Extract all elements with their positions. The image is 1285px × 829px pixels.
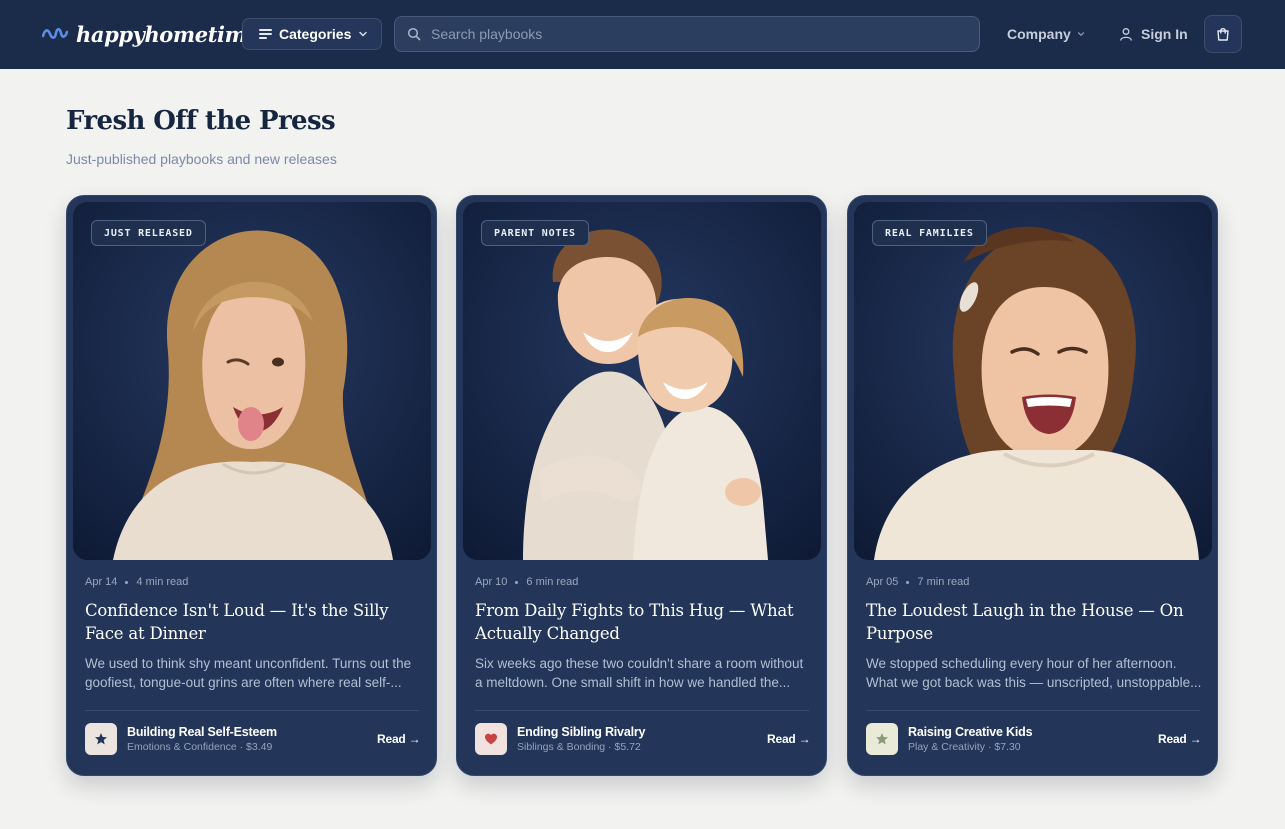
article-excerpt: Six weeks ago these two couldn't share a… [475, 656, 804, 690]
product-meta: Siblings & Bonding · $5.72 [517, 741, 641, 753]
product-meta: Play & Creativity · $7.30 [908, 741, 1021, 753]
article-meta: Apr 10 6 min read [475, 576, 578, 588]
sign-in-link[interactable]: Sign In [1119, 24, 1188, 44]
article-date: Apr 10 [475, 576, 508, 588]
article-card[interactable]: REAL FAMILIES Apr 05 7 min read The Loud… [847, 195, 1218, 776]
card-divider [475, 710, 809, 711]
categories-button[interactable]: Categories [242, 18, 382, 50]
read-link[interactable]: Read → [767, 732, 811, 746]
heart-icon [485, 733, 497, 745]
star-icon [95, 733, 107, 745]
top-navigation-bar: happyhometime Categories Company Sign In [0, 0, 1285, 69]
article-excerpt: We used to think shy meant unconfident. … [85, 656, 412, 690]
wave-logo-icon [42, 28, 68, 39]
company-menu[interactable]: Company [1007, 24, 1085, 44]
article-photo: REAL FAMILIES [854, 202, 1212, 560]
read-link[interactable]: Read → [377, 732, 421, 746]
search-icon [407, 27, 421, 41]
brand-name: happyhometime [76, 21, 260, 47]
product-name[interactable]: Building Real Self-Esteem [127, 725, 277, 739]
card-badge: REAL FAMILIES [872, 220, 987, 246]
article-card[interactable]: PARENT NOTES Apr 10 6 min read From Dail… [456, 195, 827, 776]
cart-button[interactable] [1204, 15, 1242, 53]
meta-separator [515, 580, 519, 584]
chevron-down-icon [359, 31, 368, 37]
brand-logo[interactable]: happyhometime [42, 18, 260, 50]
product-name[interactable]: Ending Sibling Rivalry [517, 725, 645, 739]
article-title[interactable]: From Daily Fights to This Hug — What Act… [475, 599, 811, 645]
article-meta: Apr 14 4 min read [85, 576, 188, 588]
meta-separator [906, 580, 910, 584]
section-subtitle: Just-published playbooks and new release… [66, 151, 337, 167]
sign-in-label: Sign In [1141, 26, 1188, 42]
search-bar[interactable] [394, 16, 980, 52]
product-name[interactable]: Raising Creative Kids [908, 725, 1033, 739]
article-card[interactable]: JUST RELEASED Apr 14 4 min read Confiden… [66, 195, 437, 776]
card-badge: PARENT NOTES [481, 220, 589, 246]
meta-separator [125, 580, 129, 584]
shopping-bag-icon [1217, 27, 1229, 41]
product-meta: Emotions & Confidence · $3.49 [127, 741, 273, 753]
article-photo: PARENT NOTES [463, 202, 821, 560]
siblings-hug-photo [463, 202, 821, 560]
product-thumbnail [85, 723, 117, 755]
product-thumbnail [866, 723, 898, 755]
read-link[interactable]: Read → [1158, 732, 1202, 746]
section-title: Fresh Off the Press [66, 106, 336, 136]
user-icon [1120, 28, 1132, 41]
girl-silly-face-photo [73, 202, 431, 560]
star-icon [876, 733, 888, 745]
chevron-down-icon [1077, 32, 1084, 37]
product-thumbnail [475, 723, 507, 755]
read-time: 4 min read [136, 576, 189, 588]
article-excerpt: We stopped scheduling every hour of her … [866, 656, 1202, 690]
card-badge: JUST RELEASED [91, 220, 206, 246]
article-title[interactable]: Confidence Isn't Loud — It's the Silly F… [85, 599, 421, 645]
girl-laughing-photo [854, 202, 1212, 560]
menu-icon [259, 28, 272, 40]
article-date: Apr 05 [866, 576, 899, 588]
card-divider [85, 710, 419, 711]
article-photo: JUST RELEASED [73, 202, 431, 560]
article-title[interactable]: The Loudest Laugh in the House — On Purp… [866, 599, 1202, 645]
read-time: 6 min read [526, 576, 579, 588]
article-date: Apr 14 [85, 576, 118, 588]
search-input[interactable] [431, 26, 979, 42]
card-divider [866, 710, 1200, 711]
article-meta: Apr 05 7 min read [866, 576, 969, 588]
company-label: Company [1007, 26, 1071, 42]
categories-label: Categories [279, 26, 352, 42]
read-time: 7 min read [917, 576, 970, 588]
